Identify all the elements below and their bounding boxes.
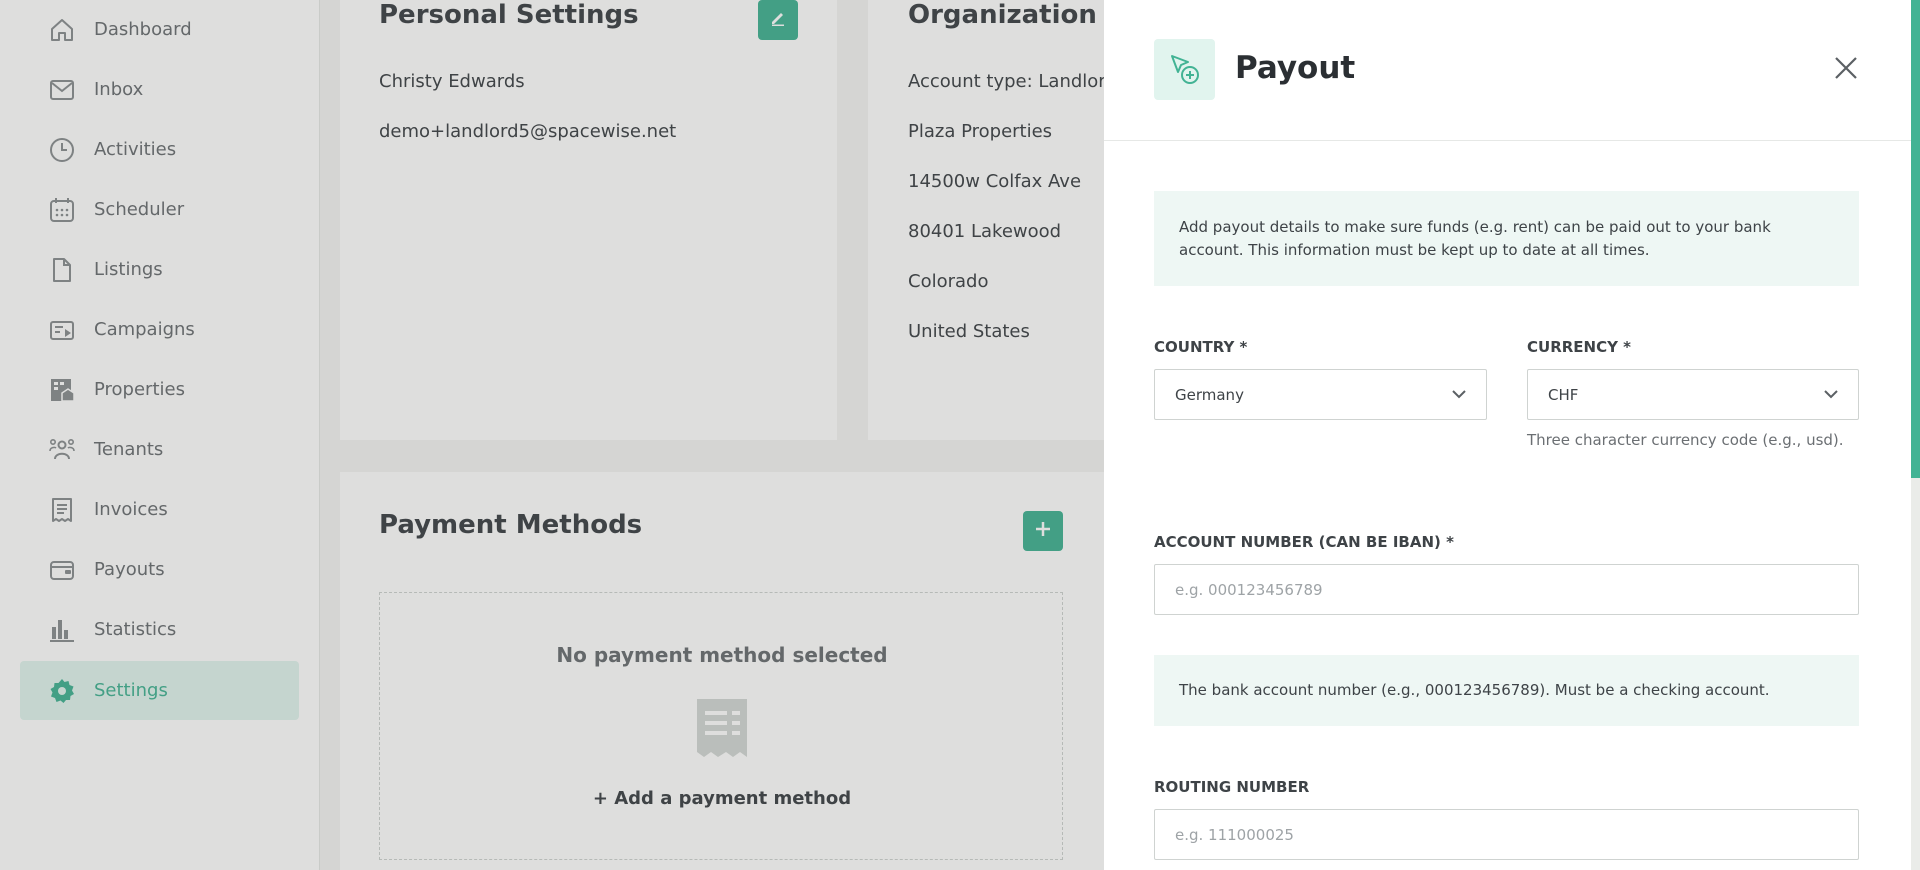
routing-number-label: ROUTING NUMBER	[1154, 778, 1310, 796]
close-icon	[1834, 56, 1858, 84]
drawer-header: Payout	[1104, 0, 1911, 141]
chevron-down-icon	[1822, 385, 1840, 407]
routing-number-input[interactable]	[1154, 809, 1859, 860]
payout-drawer: Payout Add payout details to make sure f…	[1104, 0, 1911, 870]
drawer-title: Payout	[1235, 50, 1356, 86]
country-value: Germany	[1175, 385, 1244, 404]
drawer-scrollbar[interactable]	[1911, 0, 1920, 870]
currency-label: CURRENCY *	[1527, 338, 1632, 356]
payout-info-box: Add payout details to make sure funds (e…	[1154, 191, 1859, 286]
account-number-label: ACCOUNT NUMBER (CAN BE IBAN) *	[1154, 533, 1454, 551]
country-label: COUNTRY *	[1154, 338, 1248, 356]
chevron-down-icon	[1450, 385, 1468, 407]
account-number-input[interactable]	[1154, 564, 1859, 615]
currency-value: CHF	[1548, 385, 1579, 404]
scrollbar-thumb[interactable]	[1911, 0, 1920, 478]
close-button[interactable]	[1830, 54, 1862, 86]
currency-select[interactable]: CHF	[1527, 369, 1859, 420]
country-select[interactable]: Germany	[1154, 369, 1487, 420]
payout-add-icon	[1154, 39, 1215, 100]
account-number-info-box: The bank account number (e.g., 000123456…	[1154, 655, 1859, 726]
currency-help-text: Three character currency code (e.g., usd…	[1527, 431, 1844, 449]
